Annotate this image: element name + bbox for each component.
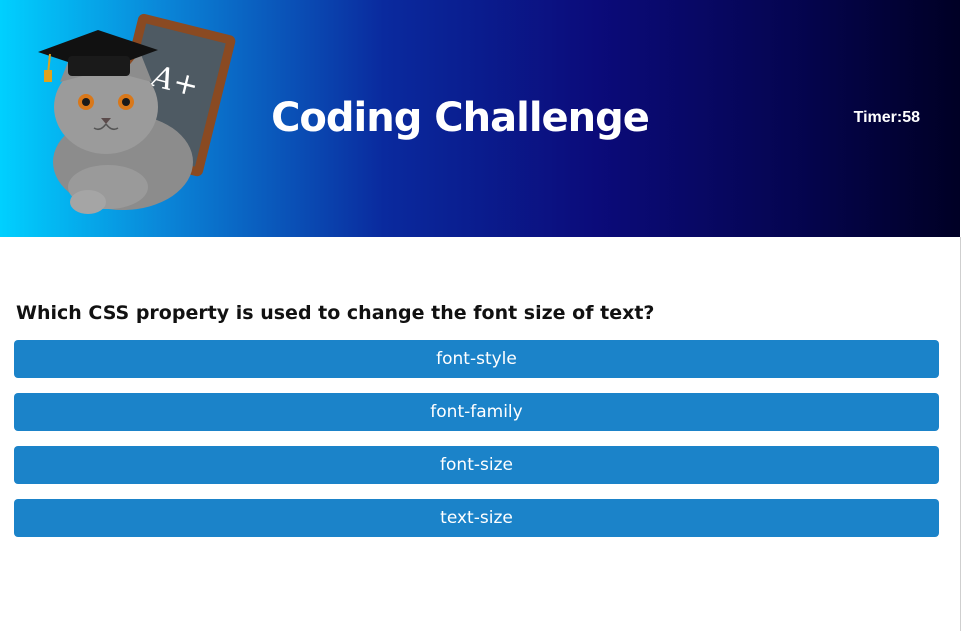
header-banner: A+ Coding Challenge Timer:58 [0,0,960,237]
timer-label: Timer: [853,109,903,126]
answer-button-font-family[interactable]: font-family [14,393,939,431]
answer-button-font-size[interactable]: font-size [14,446,939,484]
quiz-page: A+ Coding Challenge Timer:58 Which CSS p… [0,0,961,631]
answer-button-text-size[interactable]: text-size [14,499,939,537]
timer: Timer:58 [854,108,920,128]
question-text: Which CSS property is used to change the… [16,302,655,324]
answer-list: font-style font-family font-size text-si… [14,340,939,552]
answer-button-font-style[interactable]: font-style [14,340,939,378]
page-title: Coding Challenge [271,95,650,141]
timer-value: 58 [902,109,920,126]
